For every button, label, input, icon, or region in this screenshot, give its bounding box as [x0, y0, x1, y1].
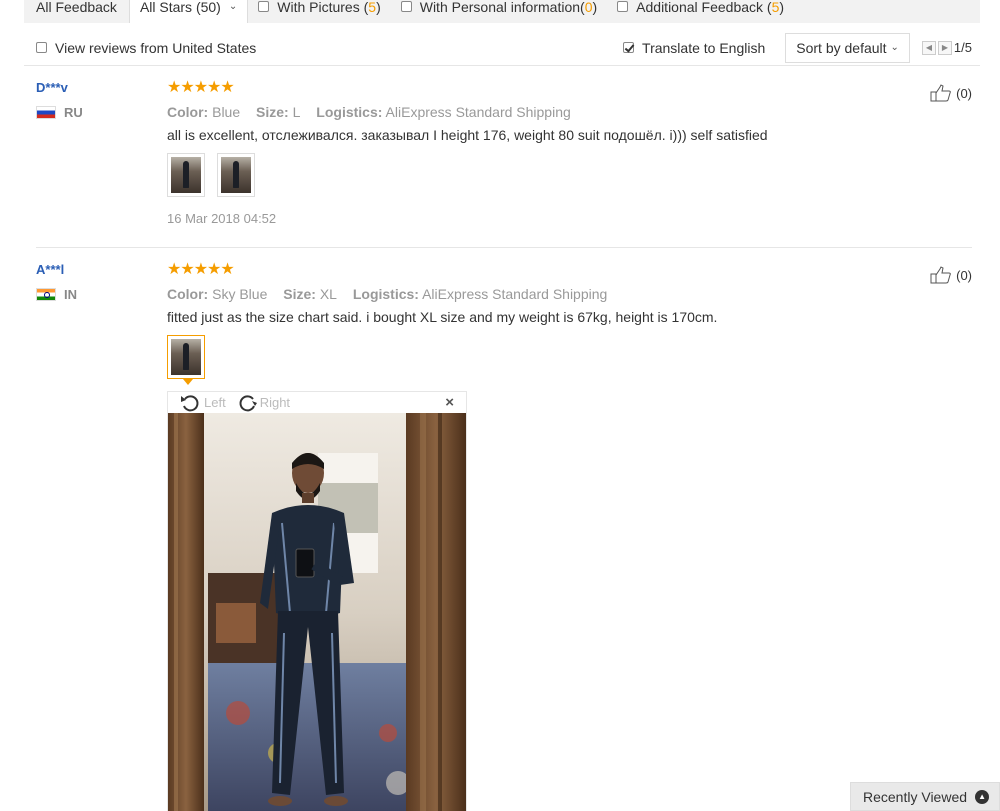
country-code: RU — [64, 105, 83, 120]
logistics-value: AliExpress Standard Shipping — [422, 286, 608, 302]
review-meta: Color: Sky Blue Size: XL Logistics: AliE… — [167, 286, 867, 302]
rotate-left-icon — [181, 394, 199, 411]
color-label: Color: — [167, 104, 209, 120]
paren: ) — [779, 0, 785, 15]
star-rating: ★★★★★ — [167, 261, 235, 278]
thumbs-up-icon — [930, 84, 951, 102]
view-us-label: View reviews from United States — [55, 39, 257, 56]
review-date: 16 Mar 2018 04:52 — [167, 211, 277, 226]
personal-info-checkbox[interactable] — [400, 1, 412, 12]
personal-info-filter[interactable]: With Personal information(0) — [391, 0, 607, 23]
review-photos — [167, 335, 867, 379]
reviewer-country: RU — [36, 105, 156, 120]
logistics-label: Logistics: — [316, 104, 383, 120]
color-value: Blue — [212, 104, 241, 120]
with-pictures-checkbox[interactable] — [258, 1, 270, 12]
translate-label: Translate to English — [642, 39, 766, 56]
feedback-filter-bar: All Feedback All Stars (50) ⌄ With Pictu… — [24, 0, 980, 23]
personal-info-label: With Personal information( — [419, 0, 585, 15]
size-label: Size: — [283, 286, 316, 302]
rotate-left-label: Left — [204, 395, 226, 410]
star-rating: ★★★★★ — [167, 79, 235, 96]
reviewer-info: D***v RU — [36, 80, 156, 120]
translate-option[interactable]: Translate to English — [623, 40, 765, 56]
review-text: fitted just as the size chart said. i bo… — [167, 309, 718, 325]
rotate-right-icon — [239, 394, 257, 411]
paren: ) — [376, 0, 381, 15]
all-feedback-label: All Feedback — [36, 0, 117, 15]
recently-viewed-label: Recently Viewed — [863, 788, 968, 805]
review-text: all is excellent, отслеживался. заказыва… — [167, 127, 768, 143]
pagination: ◀ ▶ 1/5 — [921, 40, 972, 55]
logistics-label: Logistics: — [352, 286, 419, 302]
review-photo-thumb-selected[interactable] — [167, 335, 205, 379]
rotate-right-button[interactable]: Right — [236, 393, 290, 413]
helpful-count: (0) — [956, 267, 972, 283]
translate-checkbox[interactable] — [623, 42, 635, 53]
size-value: XL — [319, 286, 337, 302]
rotate-right-label: Right — [259, 395, 291, 410]
helpful-button[interactable]: (0) — [930, 266, 972, 284]
view-us-checkbox[interactable] — [36, 42, 47, 53]
recently-viewed-tab[interactable]: Recently Viewed ▲ — [850, 782, 1000, 811]
chevron-up-icon: ▲ — [975, 789, 990, 804]
page-indicator: 1/5 — [953, 40, 972, 55]
all-feedback-tab[interactable]: All Feedback — [24, 0, 127, 23]
review-meta: Color: Blue Size: L Logistics: AliExpres… — [167, 104, 867, 120]
additional-feedback-filter[interactable]: Additional Feedback (5) — [607, 0, 794, 23]
review-photo-thumb[interactable] — [217, 153, 255, 197]
additional-feedback-label: Additional Feedback ( — [636, 0, 772, 15]
review-photo-large — [168, 413, 466, 811]
rotate-left-button[interactable]: Left — [180, 393, 226, 413]
view-us-option[interactable]: View reviews from United States — [36, 40, 256, 56]
with-pictures-label: With Pictures ( — [277, 0, 369, 15]
paren: ) — [592, 0, 598, 15]
review-photo-thumb[interactable] — [167, 153, 205, 197]
all-stars-dropdown[interactable]: All Stars (50) ⌄ — [128, 0, 249, 23]
reviewer-info: A***l IN — [36, 262, 156, 302]
country-code: IN — [64, 287, 77, 302]
thumbs-up-icon — [930, 266, 951, 284]
reviewer-country: IN — [36, 287, 156, 302]
prev-page-icon[interactable]: ◀ — [921, 40, 936, 55]
selected-photo-pointer — [183, 379, 193, 385]
close-viewer-button[interactable]: × — [445, 394, 454, 411]
india-flag-icon — [36, 288, 56, 301]
helpful-count: (0) — [956, 85, 972, 101]
logistics-value: AliExpress Standard Shipping — [385, 104, 571, 120]
color-label: Color: — [167, 286, 209, 302]
sort-label: Sort by default — [796, 39, 887, 56]
all-stars-label: All Stars (50) — [139, 0, 221, 15]
reviewer-name: D***v — [36, 80, 68, 95]
helpful-button[interactable]: (0) — [930, 84, 972, 102]
reviewer-name: A***l — [36, 262, 65, 277]
chevron-down-icon: ⌄ — [228, 1, 238, 12]
with-pictures-filter[interactable]: With Pictures (5) — [248, 0, 390, 23]
color-value: Sky Blue — [212, 286, 268, 302]
review-photos — [167, 153, 867, 197]
photo-viewer: Left Right × — [167, 391, 467, 811]
review-options-row: View reviews from United States Translat… — [24, 30, 980, 66]
additional-feedback-checkbox[interactable] — [617, 1, 629, 12]
personal-info-count: 0 — [584, 0, 593, 15]
review-item: D***v RU ★★★★★ Color: Blue Size: L Logis… — [36, 80, 972, 248]
size-label: Size: — [256, 104, 289, 120]
sort-dropdown[interactable]: Sort by default ⌄ — [785, 32, 910, 63]
russia-flag-icon — [36, 106, 56, 119]
chevron-down-icon: ⌄ — [890, 42, 899, 53]
review-content: ★★★★★ Color: Blue Size: L Logistics: Ali… — [167, 80, 867, 226]
photo-viewer-toolbar: Left Right × — [168, 392, 466, 413]
with-pictures-count: 5 — [368, 0, 377, 15]
next-page-icon[interactable]: ▶ — [937, 40, 952, 55]
mirror-selfie-photo — [168, 413, 466, 811]
review-content: ★★★★★ Color: Sky Blue Size: XL Logistics… — [167, 262, 867, 385]
size-value: L — [292, 104, 301, 120]
additional-feedback-count: 5 — [771, 0, 780, 15]
